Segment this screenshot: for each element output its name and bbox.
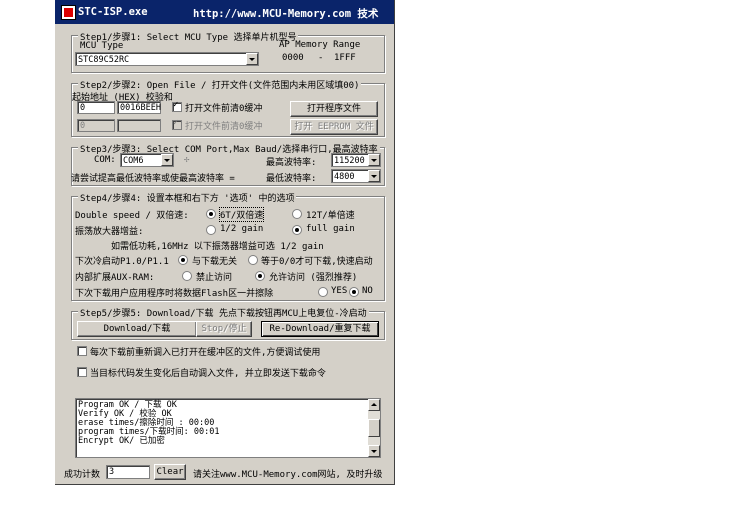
auto-reload-label: 当目标代码发生变化后自动调入文件, 并立即发送下载命令: [90, 369, 326, 379]
chevron-down-icon[interactable]: [161, 154, 173, 166]
radio-half-gain[interactable]: [206, 225, 216, 235]
double-speed-label: Double speed / 双倍速:: [75, 211, 189, 221]
eeprom-clear-label: 打开文件前清0缓冲: [185, 122, 263, 132]
max-baud-select[interactable]: 115200: [331, 153, 381, 167]
eeprom-checksum-field: [117, 119, 161, 132]
scroll-down-icon[interactable]: [368, 445, 380, 457]
mcu-type-value: STC89C52RC: [78, 55, 130, 65]
title-bar[interactable]: STC-ISP.exe http://www.MCU-Memory.com 技术: [55, 0, 394, 24]
range-start: 0000: [282, 53, 304, 63]
app-icon: [61, 5, 76, 20]
range-end: 1FFF: [334, 53, 356, 63]
mcu-type-select[interactable]: STC89C52RC: [75, 52, 259, 66]
checksum-field: 0016BEEH: [117, 101, 161, 114]
follow-website-text: 请关注www.MCU-Memory.com网站, 及时升级: [193, 470, 383, 480]
auto-reload-checkbox[interactable]: [77, 367, 87, 377]
radio-erase-yes-label: YES: [331, 286, 348, 296]
range-dash: -: [318, 53, 324, 63]
p1-label: 下次冷启动P1.0/P1.1: [75, 257, 169, 267]
radio-p1-free-label: 与下载无关: [192, 257, 238, 267]
erase-flash-label: 下次下载用户应用程序时将数据Flash区一并擦除: [75, 289, 274, 299]
radio-12t-label: 12T/单倍速: [306, 211, 355, 221]
com-port-select[interactable]: COM6: [120, 153, 174, 167]
chevron-down-icon[interactable]: [368, 154, 380, 166]
step3-group: Step3/步骤3: Select COM Port,Max Baud/选择串行…: [71, 142, 385, 186]
retry-hint: 请尝试提高最低波特率或使最高波特率 =: [71, 174, 235, 184]
chevron-down-icon[interactable]: [246, 53, 258, 65]
clear-buffer-checkbox[interactable]: [172, 100, 182, 112]
stc-isp-window: STC-ISP.exe http://www.MCU-Memory.com 技术…: [55, 0, 395, 485]
osc-gain-label: 振荡放大器增益:: [75, 227, 144, 237]
gain-note: 如需低功耗,16MHz 以下振荡器增益可选 1/2 gain: [111, 242, 324, 252]
radio-p1-free[interactable]: [178, 255, 188, 265]
radio-12t[interactable]: [292, 209, 302, 219]
com-port-value: COM6: [123, 156, 144, 166]
success-count-label: 成功计数: [64, 470, 101, 480]
step2-group: Step2/步骤2: Open File / 打开文件(文件范围内未用区域填00…: [71, 78, 385, 137]
radio-aux-enable-label: 允许访问 (强烈推荐): [269, 273, 358, 283]
stop-button[interactable]: Stop/停止: [196, 321, 252, 337]
min-baud-label: 最低波特率:: [266, 174, 317, 184]
radio-erase-no-label: NO: [362, 286, 373, 296]
radio-aux-disable-label: 禁止访问: [196, 273, 233, 283]
redownload-button[interactable]: Re-Download/重复下载: [261, 321, 379, 337]
radio-full-gain-label: full gain: [306, 224, 355, 234]
step4-legend: Step4/步骤4: 设置本框和右下方 '选项' 中的选项: [78, 191, 297, 204]
step4-group: Step4/步骤4: 设置本框和右下方 '选项' 中的选项 Double spe…: [71, 191, 385, 301]
radio-half-gain-label: 1/2 gain: [220, 224, 264, 234]
start-address-input[interactable]: 0: [77, 101, 115, 114]
step5-group: Step5/步骤5: Download/下载 先点下载按钮再MCU上电复位-冷启…: [71, 306, 385, 340]
com-label: COM:: [94, 155, 116, 165]
step5-legend: Step5/步骤5: Download/下载 先点下载按钮再MCU上电复位-冷启…: [78, 306, 369, 319]
radio-p1-zero[interactable]: [248, 255, 258, 265]
max-baud-label: 最高波特率:: [266, 158, 317, 168]
mcu-type-label: MCU Type: [80, 41, 124, 51]
status-log[interactable]: Program OK / 下载 OK Verify OK / 校验 OK era…: [75, 398, 381, 458]
clear-button[interactable]: Clear: [154, 464, 186, 480]
window-title: STC-ISP.exe: [78, 6, 148, 18]
eeprom-clear-checkbox[interactable]: [172, 118, 182, 130]
clear-buffer-label: 打开文件前清0缓冲: [185, 104, 263, 114]
open-file-button[interactable]: 打开程序文件: [290, 101, 378, 117]
log-scrollbar[interactable]: [368, 399, 380, 457]
radio-aux-disable[interactable]: [182, 271, 192, 281]
scroll-thumb[interactable]: [368, 419, 380, 437]
website-url: http://www.MCU-Memory.com 技术: [193, 8, 379, 20]
success-count-field: 3: [106, 465, 150, 479]
open-eeprom-button[interactable]: 打开 EEPROM 文件: [290, 119, 378, 135]
max-baud-value: 115200: [334, 156, 365, 166]
reload-before-download-label: 每次下载前重新调入已打开在缓冲区的文件,方便调试使用: [90, 348, 321, 358]
chevron-down-icon[interactable]: [368, 170, 380, 182]
log-content: Program OK / 下载 OK Verify OK / 校验 OK era…: [78, 401, 366, 446]
min-baud-value: 4800: [334, 172, 355, 182]
radio-6t-label: 6T/双倍速: [218, 207, 265, 222]
port-status-icon: ✢: [184, 155, 190, 165]
radio-full-gain[interactable]: [292, 225, 302, 235]
reload-before-download-checkbox[interactable]: [77, 346, 87, 356]
radio-erase-yes[interactable]: [318, 287, 328, 297]
ap-memory-label: AP Memory Range: [279, 40, 361, 50]
eeprom-address-input[interactable]: 0: [77, 119, 115, 132]
radio-6t[interactable]: [206, 209, 216, 219]
auxram-label: 内部扩展AUX-RAM:: [75, 273, 155, 283]
min-baud-select[interactable]: 4800: [331, 169, 381, 183]
radio-p1-zero-label: 等于0/0才可下载,快速启动: [261, 257, 373, 267]
radio-aux-enable[interactable]: [255, 271, 265, 281]
step1-group: Step1/步骤1: Select MCU Type 选择单片机型号 MCU T…: [71, 30, 385, 73]
radio-erase-no[interactable]: [349, 287, 359, 297]
scroll-up-icon[interactable]: [368, 399, 380, 411]
log-line: Encrypt OK/ 已加密: [78, 436, 165, 446]
download-button[interactable]: Download/下载: [77, 321, 197, 337]
